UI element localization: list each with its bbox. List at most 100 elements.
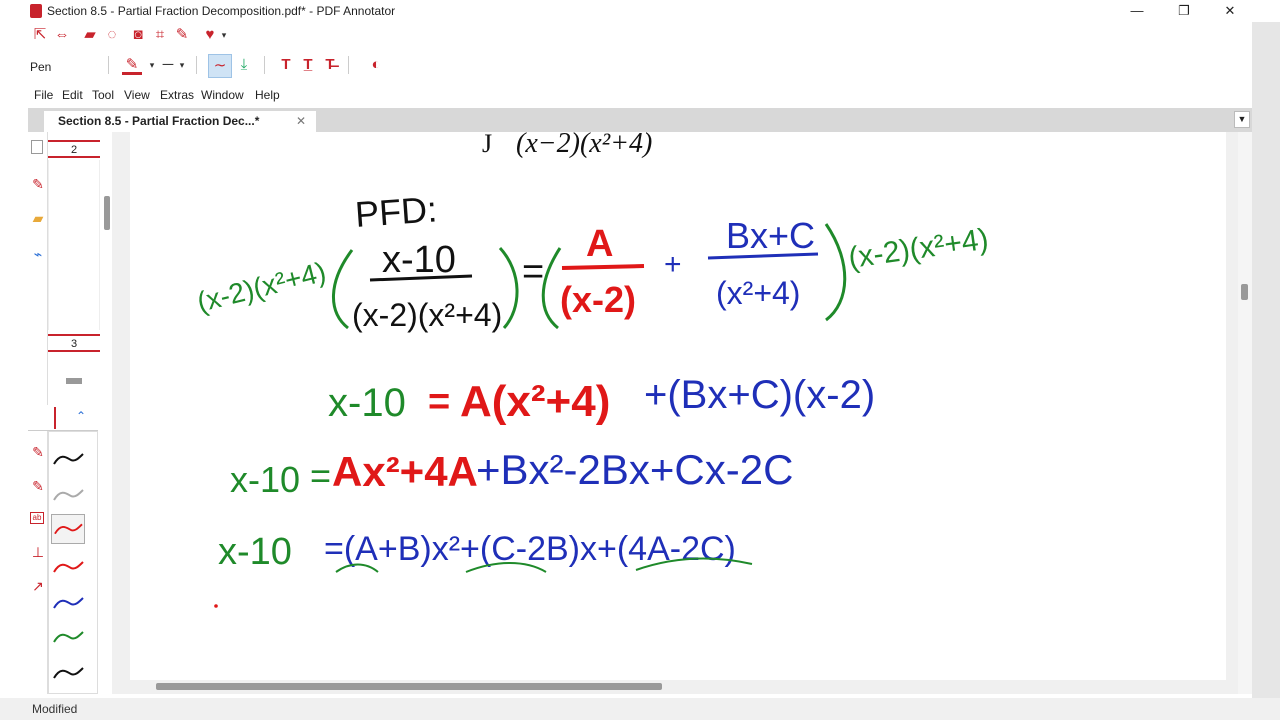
main-toolbar: ⇱ ⇔ ▰ ◌ ◙ ⌗ ✎ ♥ ▾	[28, 24, 1250, 48]
line4-rhs: =(A+B)x²+(C-2B)x+(4A-2C)	[324, 530, 736, 568]
line3-red-terms: Ax²+4A	[332, 448, 478, 495]
text-strike-icon[interactable]: T̶	[320, 54, 340, 76]
heart-dropdown-icon[interactable]: ▾	[214, 24, 234, 46]
menu-help[interactable]: Help	[255, 88, 280, 102]
pen-swatch-blue[interactable]	[51, 588, 85, 618]
menu-tool[interactable]: Tool	[92, 88, 114, 102]
left-multiplier: (x-2)(x²+4)	[194, 256, 329, 318]
page-thumb-number[interactable]: 3	[48, 334, 100, 352]
menu-window[interactable]: Window	[201, 88, 244, 102]
panel-splitter-handle[interactable]	[66, 378, 82, 384]
marker-icon[interactable]: ✎	[172, 24, 192, 46]
line4-lhs: x-10	[218, 531, 292, 573]
status-bar: Modified	[0, 698, 1280, 720]
collapse-up-icon[interactable]: ⌃	[76, 409, 86, 423]
line2-lhs: x-10	[328, 381, 406, 425]
equals-sign: =	[522, 251, 544, 293]
line3-lhs: x-10	[230, 459, 300, 500]
page-thumb-number[interactable]: 2	[48, 140, 100, 158]
lhs-denominator: (x-2)(x²+4)	[352, 297, 502, 333]
vertical-scrollbar[interactable]	[1238, 132, 1252, 694]
document-canvas[interactable]: J (x−2)(x²+4) PFD: (x-2)(x²+4) x-10 (x-2…	[112, 132, 1238, 694]
pen-swatch-gray[interactable]	[51, 480, 85, 510]
divider	[54, 407, 56, 429]
stray-ink-dot	[214, 604, 218, 608]
menu-edit[interactable]: Edit	[62, 88, 83, 102]
arrow-icon[interactable]: ↗	[30, 578, 46, 594]
pen-color-swatch	[122, 72, 142, 75]
handwritten-annotations: J (x−2)(x²+4) PFD: (x-2)(x²+4) x-10 (x-2…	[194, 132, 990, 608]
text-underline-icon[interactable]: T̲	[298, 54, 318, 76]
window-title: Section 8.5 - Partial Fraction Decomposi…	[47, 4, 396, 18]
line-style-dropdown-icon[interactable]: ▾	[172, 54, 192, 76]
annotations-icon[interactable]: ✎	[30, 176, 46, 192]
smooth-stroke-icon[interactable]: ∼	[208, 54, 232, 78]
pen-swatch-black-2[interactable]	[51, 658, 85, 688]
stamp-icon[interactable]: ⊥	[30, 544, 46, 560]
textbox-icon[interactable]: ab	[30, 512, 44, 524]
eraser-icon[interactable]: ▰	[80, 24, 100, 46]
select-tool-icon[interactable]: ⇱	[30, 24, 50, 46]
attachment-icon[interactable]: ⌁	[30, 246, 46, 262]
pen-swatch-red-selected[interactable]	[51, 514, 85, 544]
separator	[264, 56, 265, 74]
straighten-icon[interactable]: ⤓	[234, 54, 254, 76]
pdf-page[interactable]: J (x−2)(x²+4) PFD: (x-2)(x²+4) x-10 (x-2…	[130, 132, 1226, 680]
line2-a-term: A(x²+4)	[460, 377, 610, 426]
line3-equals: =	[310, 455, 331, 496]
fraction-a-numerator: A	[586, 223, 613, 265]
status-text: Modified	[32, 702, 78, 716]
app-icon	[30, 4, 42, 18]
horizontal-scroll-thumb[interactable]	[156, 683, 662, 690]
tool-label: Pen	[30, 60, 52, 74]
minimize-button[interactable]: —	[1114, 0, 1160, 22]
tool-options-bar: Pen ✎ ▾ ─ ▾ ∼ ⤓ T T̲ T̶ ◐	[28, 52, 1250, 80]
page-thumbnail[interactable]	[48, 160, 100, 330]
close-button[interactable]: ✕	[1207, 0, 1253, 22]
header-math: (x−2)(x²+4)	[516, 132, 652, 159]
folder-icon[interactable]: ▰	[30, 210, 46, 226]
separator	[196, 56, 197, 74]
page-icon[interactable]	[31, 140, 43, 154]
pen-swatch-green[interactable]	[51, 622, 85, 652]
text-tool-icon[interactable]: T	[276, 54, 296, 76]
menu-view[interactable]: View	[124, 88, 150, 102]
tab-label: Section 8.5 - Partial Fraction Dec...*	[58, 114, 260, 128]
right-margin	[1252, 0, 1280, 720]
left-margin	[0, 22, 28, 698]
fraction-b-numerator: Bx+C	[726, 215, 815, 256]
thumbnail-scrollbar[interactable]	[104, 196, 110, 230]
fraction-a-denominator: (x-2)	[560, 279, 636, 320]
vertical-scroll-thumb[interactable]	[1241, 284, 1248, 300]
menu-extras[interactable]: Extras	[160, 88, 194, 102]
tab-list-dropdown-icon[interactable]: ▼	[1234, 111, 1250, 128]
menu-file[interactable]: File	[34, 88, 53, 102]
title-bar: Section 8.5 - Partial Fraction Decomposi…	[0, 0, 1280, 22]
maximize-button[interactable]: ❐	[1161, 0, 1207, 22]
pen-favorites-icon[interactable]: ◐	[366, 54, 386, 76]
separator	[348, 56, 349, 74]
horizontal-scrollbar[interactable]	[112, 680, 1238, 694]
document-tab[interactable]: Section 8.5 - Partial Fraction Dec...* ✕	[44, 111, 316, 132]
separator	[108, 56, 109, 74]
menu-bar: File Edit Tool View Extras Window Help	[28, 86, 1250, 104]
lasso-icon[interactable]: ◌	[102, 24, 122, 46]
pfd-label: PFD:	[354, 188, 439, 235]
line2-equals: =	[428, 381, 450, 423]
camera-icon[interactable]: ◙	[128, 24, 148, 46]
page-size-icon[interactable]: ⇔	[52, 24, 72, 46]
pen-icon[interactable]: ✎	[30, 444, 46, 460]
line2-rest: +(Bx+C)(x-2)	[644, 373, 875, 417]
pen-swatch-red[interactable]	[51, 552, 85, 582]
crop-icon[interactable]: ⌗	[150, 24, 170, 46]
document-tab-strip: Section 8.5 - Partial Fraction Dec...* ✕…	[28, 108, 1252, 132]
thumbnail-panel: 2 3	[48, 132, 112, 394]
pen-favorites-panel	[48, 431, 98, 694]
pen-swatch-black[interactable]	[51, 444, 85, 474]
tab-close-icon[interactable]: ✕	[296, 111, 306, 132]
fraction-b-denominator: (x²+4)	[716, 275, 800, 311]
highlighter-icon[interactable]: ✎	[30, 478, 46, 494]
favorites-header: ⌃	[28, 405, 98, 431]
plus-sign: +	[664, 248, 682, 281]
line3-blue-terms: +Bx²-2Bx+Cx-2C	[476, 446, 793, 493]
